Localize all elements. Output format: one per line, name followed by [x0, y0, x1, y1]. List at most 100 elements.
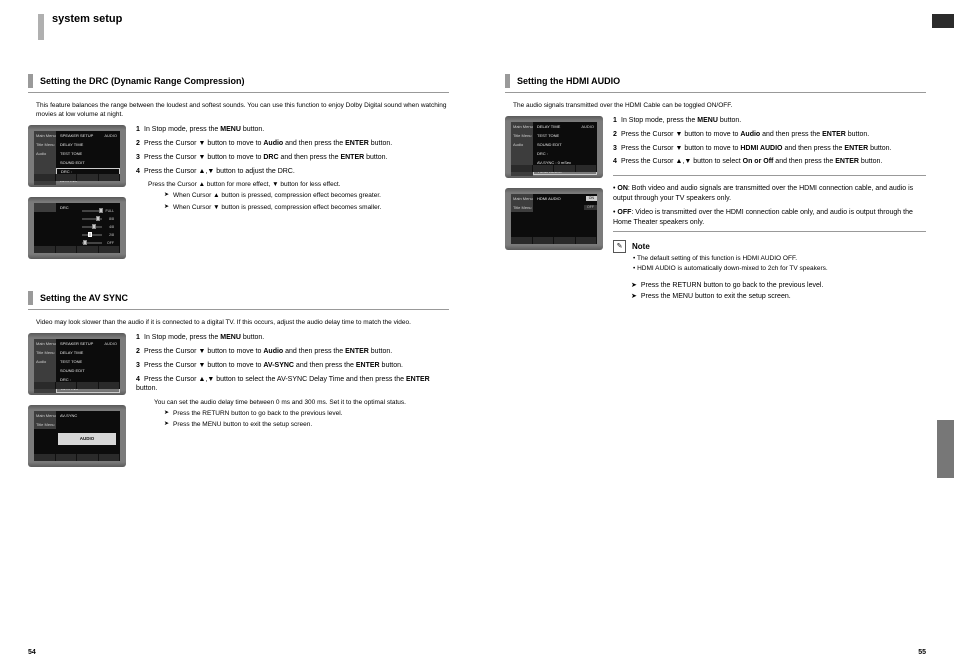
slider-val: 8/8 [104, 217, 114, 222]
section-drc-intro: This feature balances the range between … [36, 101, 449, 119]
osd-menu: Main Menu [511, 122, 533, 131]
screenshot-avsync-panel: Main MenuAV-SYNC Title Menu AUDIO [28, 405, 126, 467]
osd-item: SOUND EDIT [56, 368, 120, 374]
section-drc-header: Setting the DRC (Dynamic Range Compressi… [28, 74, 449, 88]
osd-item: DELAY TIME [56, 142, 120, 148]
osd-option: ON [586, 196, 597, 201]
step: 3Press the Cursor ▼ button to move to DR… [136, 153, 449, 163]
section-hdmi-title: Setting the HDMI AUDIO [517, 75, 620, 88]
osd-item: DELAY TIME [56, 350, 120, 356]
sub-note: You can set the audio delay time between… [154, 398, 449, 407]
step: 2Press the Cursor ▼ button to move to Au… [136, 139, 449, 149]
osd-menu: Title Menu [511, 131, 533, 140]
hdmi-block: AUDIO Main MenuDELAY TIME Title MenuTEST… [505, 116, 926, 304]
osd-item: SOUND EDIT [533, 142, 597, 148]
osd-title: AUDIO [581, 124, 594, 130]
page-number-right: 55 [918, 648, 926, 658]
chapter-title: system setup [52, 12, 122, 27]
step: 2Press the Cursor ▼ button to move to Au… [613, 130, 926, 140]
slider-track [82, 210, 102, 212]
osd-menu: Audio [511, 140, 533, 149]
caret-icon: ➤ [631, 292, 637, 302]
section-avsync-title: Setting the AV SYNC [40, 292, 128, 305]
step: 3Press the Cursor ▼ button to move to AV… [136, 361, 449, 371]
option-on: • ON: Both video and audio signals are t… [613, 184, 926, 204]
bullet: ➤Press the RETURN button to go back to t… [631, 281, 926, 291]
note-item: • HDMI AUDIO is automatically down-mixed… [633, 264, 926, 273]
screenshot-hdmi-menu: AUDIO Main MenuDELAY TIME Title MenuTEST… [505, 116, 603, 178]
caret-icon: ➤ [164, 203, 169, 212]
note-item: • The default setting of this function i… [633, 254, 926, 263]
section-avsync-intro: Video may look slower than the audio if … [36, 318, 449, 327]
bullet: ➤Press the RETURN button to go back to t… [164, 409, 449, 418]
osd-menu [34, 203, 56, 212]
osd-menu: Title Menu [34, 420, 56, 429]
slider-val: 4/8 [104, 225, 114, 230]
divider [505, 92, 926, 93]
page-number-left: 54 [28, 648, 36, 658]
divider [613, 175, 926, 176]
step: 4Press the Cursor ▲,▼ button to select t… [136, 375, 449, 395]
note-icon: ✎ [613, 240, 626, 253]
section-drc-title: Setting the DRC (Dynamic Range Compressi… [40, 75, 245, 88]
step: 3Press the Cursor ▼ button to move to HD… [613, 144, 926, 154]
screenshot-drc-menu: AUDIO Main MenuSPEAKER SETUP Title MenuD… [28, 125, 126, 187]
divider [28, 92, 449, 93]
tab-marker [932, 14, 954, 28]
section-avsync-header: Setting the AV SYNC [28, 291, 449, 305]
section-bar [505, 74, 510, 88]
osd-menu: Main Menu [34, 339, 56, 348]
osd-menu: Title Menu [511, 203, 533, 212]
page-right: Setting the HDMI AUDIO The audio signals… [477, 0, 954, 666]
step: 4Press the Cursor ▲,▼ button to adjust t… [136, 167, 449, 177]
osd-item: DRC : [533, 151, 597, 157]
drc-block: AUDIO Main MenuSPEAKER SETUP Title MenuD… [28, 125, 449, 259]
option-off: • OFF: Video is transmitted over the HDM… [613, 208, 926, 228]
osd-menu: Main Menu [34, 411, 56, 420]
step: 2Press the Cursor ▼ button to move to Au… [136, 347, 449, 357]
avsync-block: AUDIO Main MenuSPEAKER SETUP Title MenuD… [28, 333, 449, 467]
chapter-bar [38, 14, 44, 40]
screenshot-avsync-menu: AUDIO Main MenuSPEAKER SETUP Title MenuD… [28, 333, 126, 395]
osd-menu: Audio [34, 357, 56, 366]
side-tab [937, 420, 954, 478]
slider-val: 2/8 [104, 233, 114, 238]
screenshot-hdmi-panel: Main Menu HDMI AUDIO ON Title Menu OFF [505, 188, 603, 250]
section-hdmi-intro: The audio signals transmitted over the H… [513, 101, 926, 110]
caret-icon: ➤ [164, 420, 169, 429]
osd-title: AUDIO [104, 133, 117, 139]
osd-item: AV-SYNC [56, 413, 120, 419]
osd-item: TEST TONE [56, 151, 120, 157]
osd-highlight: AUDIO [58, 433, 116, 445]
osd-menu: Main Menu [511, 194, 533, 203]
note-title: Note [632, 241, 650, 252]
bullet: ➤Press the MENU button to exit the setup… [631, 292, 926, 302]
osd-item: HDMI AUDIO [537, 196, 561, 202]
section-bar [28, 291, 33, 305]
osd-menu: Audio [34, 149, 56, 158]
caret-icon: ➤ [164, 191, 169, 200]
osd-item: TEST TONE [533, 133, 597, 139]
step: 1In Stop mode, press the MENU button. [136, 333, 449, 343]
osd-menu: Title Menu [34, 140, 56, 149]
divider [28, 309, 449, 310]
screenshot-drc-slider: DRC FULL 8/8 4/8 2/8 OFF [28, 197, 126, 259]
osd-item: TEST TONE [56, 359, 120, 365]
slider-val: OFF [104, 241, 114, 246]
osd-option: OFF [584, 205, 597, 210]
caret-icon: ➤ [631, 281, 637, 291]
osd-menu: Main Menu [34, 131, 56, 140]
note-header: ✎ Note [613, 240, 926, 253]
slider-val: FULL [104, 209, 114, 214]
osd-item: SOUND EDIT [56, 160, 120, 166]
caret-icon: ➤ [164, 409, 169, 418]
section-hdmi-header: Setting the HDMI AUDIO [505, 74, 926, 88]
bullet: ➤When Cursor ▼ button is pressed, compre… [164, 203, 449, 212]
bullet: ➤Press the MENU button to exit the setup… [164, 420, 449, 429]
step: 1In Stop mode, press the MENU button. [136, 125, 449, 135]
osd-title: AUDIO [104, 341, 117, 347]
osd-menu: Title Menu [34, 348, 56, 357]
section-bar [28, 74, 33, 88]
page-left: system setup Setting the DRC (Dynamic Ra… [0, 0, 477, 666]
step-note: Press the Cursor ▲ button for more effec… [148, 180, 449, 189]
